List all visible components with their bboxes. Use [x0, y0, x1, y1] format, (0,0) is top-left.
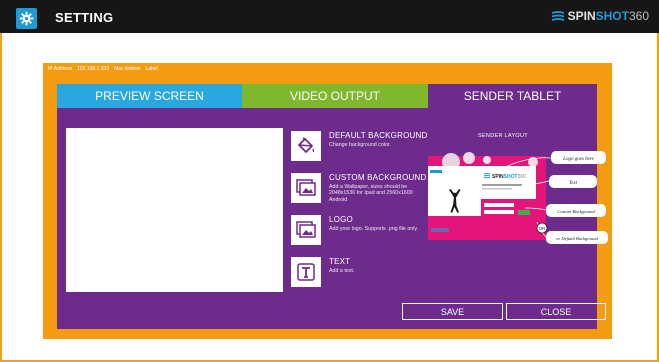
svg-text:Custom Background: Custom Background [557, 209, 595, 214]
image-frame-icon [291, 215, 321, 245]
svg-text:SPINSHOT360: SPINSHOT360 [492, 174, 526, 180]
option-description: Add a Wallpaper, sizes should be 2048x15… [329, 184, 413, 203]
device-info: IP Address 192.168.1.333 Mac Addres Labe… [48, 66, 158, 72]
option-title: LOGO [329, 215, 353, 224]
sender-layout-diagram: SPINSHOT360 Logo goes here Text Custom B… [428, 151, 608, 244]
ip-label: IP Address [48, 66, 73, 72]
ip-value: 192.168.1.333 [77, 66, 110, 72]
settings-gear-icon[interactable] [16, 8, 37, 29]
preview-area [66, 128, 283, 292]
mac-label: Mac Addres [114, 66, 141, 72]
option-title: TEXT [329, 257, 351, 266]
page-title: SETTING [55, 10, 114, 25]
svg-text:or Default Background: or Default Background [556, 236, 598, 241]
svg-text:Text: Text [569, 181, 578, 186]
brand-text: SPINSHOT360 [567, 9, 649, 23]
option-text[interactable]: TEXT Add a text. [291, 257, 427, 287]
tab-video-output[interactable]: VIDEO OUTPUT [242, 84, 428, 108]
spinshot-logo-icon [551, 10, 564, 21]
image-frame-icon [291, 173, 321, 203]
callout-or-badge: OR [536, 222, 548, 234]
option-description: Change background color. [329, 142, 391, 148]
text-tool-icon [291, 257, 321, 287]
option-default-background[interactable]: DEFAULT BACKGROUND Change background col… [291, 131, 427, 161]
callout-logo: Logo goes here [551, 151, 606, 164]
option-title: DEFAULT BACKGROUND [329, 131, 428, 140]
brand-logo: SPINSHOT360 [551, 9, 649, 23]
option-description: Add a text. [329, 268, 355, 274]
paint-bucket-icon [291, 131, 321, 161]
option-logo[interactable]: LOGO Add your logo. Supports .png file o… [291, 215, 427, 245]
save-button[interactable]: SAVE [402, 303, 503, 320]
sender-layout-title: SENDER LAYOUT [478, 133, 528, 139]
callout-custom-background: Custom Background [546, 204, 606, 217]
title-bar: SETTING SPINSHOT360 [0, 0, 659, 33]
svg-text:OR: OR [539, 226, 545, 231]
option-description: Add your logo. Supports .png file only. [329, 226, 419, 232]
close-button[interactable]: CLOSE [506, 303, 606, 320]
callout-text: Text [549, 175, 597, 188]
tab-sender-tablet[interactable]: SENDER TABLET [428, 84, 597, 108]
svg-text:Logo goes here: Logo goes here [562, 157, 594, 162]
tab-bar: PREVIEW SCREEN VIDEO OUTPUT SENDER TABLE… [57, 84, 597, 108]
option-title: CUSTOM BACKGROUND [329, 173, 427, 182]
tab-preview-screen[interactable]: PREVIEW SCREEN [57, 84, 242, 108]
option-custom-background[interactable]: CUSTOM BACKGROUND Add a Wallpaper, sizes… [291, 173, 427, 203]
callout-default-background: or Default Background [546, 231, 608, 244]
mac-value: Label [145, 66, 158, 72]
